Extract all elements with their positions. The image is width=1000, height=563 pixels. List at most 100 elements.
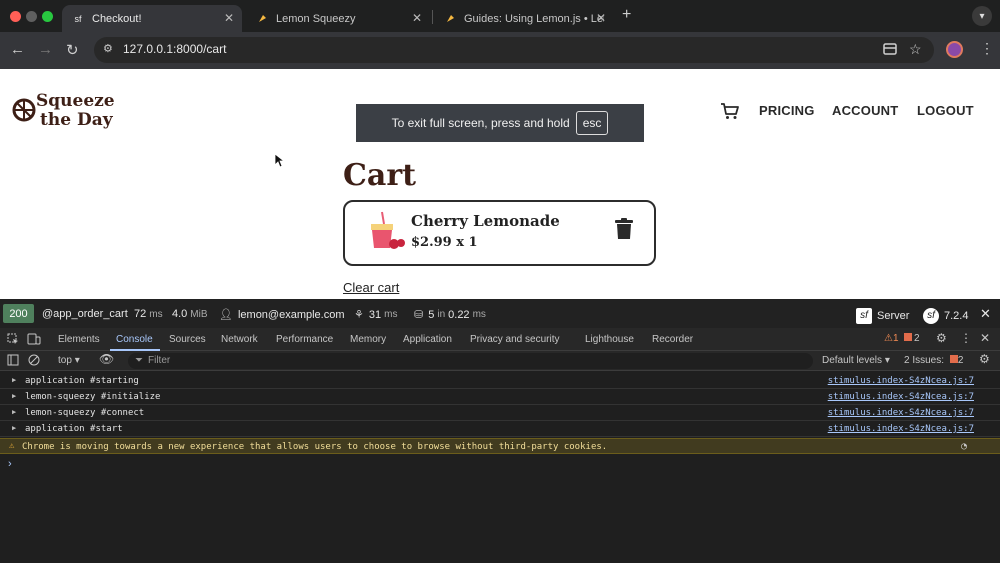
close-toolbar-icon[interactable]: ✕	[980, 306, 991, 322]
tab-title: Guides: Using Lemon.js • Lem	[464, 12, 604, 25]
context-value: top	[58, 355, 72, 366]
server-info[interactable]: sf Server	[856, 308, 909, 324]
url-text[interactable]: 127.0.0.1:8000/cart	[123, 42, 226, 56]
shopping-cart-icon[interactable]	[720, 102, 740, 120]
cookie-icon[interactable]: ◔	[961, 441, 967, 452]
expand-triangle-icon[interactable]: ▶	[12, 376, 16, 384]
memory-value: 4.0	[172, 308, 188, 320]
tab-console[interactable]: Console	[116, 334, 153, 345]
request-time[interactable]: 72 ms	[134, 308, 163, 320]
warnings-counter[interactable]: ⚠1	[884, 333, 899, 344]
issues-counter[interactable]: 2 Issues: 2	[904, 355, 963, 366]
log-source-link[interactable]: stimulus.index-S4zNcea.js:7	[828, 408, 974, 418]
symfony-logo-icon: sf	[923, 308, 939, 324]
dropdown-arrow-icon: ▾	[74, 355, 80, 366]
browser-menu-icon[interactable]: ⋮	[980, 40, 994, 57]
issue-flag-icon	[949, 355, 958, 363]
nav-account-link[interactable]: ACCOUNT	[832, 103, 898, 118]
devtools-settings-gear-icon[interactable]: ⚙	[936, 331, 947, 345]
tab-title: Checkout!	[92, 12, 142, 25]
window-minimize-button[interactable]	[26, 11, 37, 22]
context-selector[interactable]: top ▾	[58, 355, 80, 366]
log-message: application #start	[25, 424, 123, 434]
twig-render-time[interactable]: ⚘ 31 ms	[354, 308, 397, 322]
memory-usage[interactable]: 4.0 MiB	[172, 308, 208, 320]
browser-tab-guides[interactable]: Guides: Using Lemon.js • Lem ✕	[434, 5, 614, 32]
console-filter-input[interactable]	[128, 353, 813, 369]
issues-count: 2	[957, 355, 964, 366]
site-logo-text[interactable]: Squeeze the Day	[36, 92, 115, 130]
tab-network[interactable]: Network	[221, 334, 258, 345]
console-log-row[interactable]: ▶ application #start stimulus.index-S4zN…	[0, 421, 1000, 437]
cart-item-price: $2.99 x 1	[411, 235, 478, 250]
server-label: Server	[877, 310, 910, 322]
route-name[interactable]: @app_order_cart	[42, 308, 128, 320]
sidebar-toggle-icon[interactable]	[7, 354, 19, 366]
tab-close-icon[interactable]: ✕	[596, 11, 606, 25]
devtools-more-menu-icon[interactable]: ⋮	[960, 331, 972, 345]
db-query-count: 5	[428, 308, 435, 321]
forward-arrow-icon[interactable]: →	[38, 41, 53, 58]
reload-icon[interactable]: ↻	[66, 41, 79, 59]
nav-pricing-link[interactable]: PRICING	[759, 103, 815, 118]
symfony-version[interactable]: sf 7.2.4	[923, 308, 968, 324]
console-prompt[interactable]: ›	[8, 458, 12, 470]
new-tab-button[interactable]: +	[622, 6, 631, 24]
trash-icon[interactable]	[614, 218, 634, 240]
window-zoom-button[interactable]	[42, 11, 53, 22]
log-levels-dropdown[interactable]: Default levels ▾	[822, 355, 890, 366]
tab-lighthouse[interactable]: Lighthouse	[585, 334, 634, 345]
profile-avatar[interactable]	[946, 41, 963, 58]
tab-memory[interactable]: Memory	[350, 334, 386, 345]
log-source-link[interactable]: stimulus.index-S4zNcea.js:7	[828, 376, 974, 386]
log-source-link[interactable]: stimulus.index-S4zNcea.js:7	[828, 424, 974, 434]
device-toolbar-icon[interactable]	[27, 333, 41, 345]
lemon-icon	[444, 13, 456, 25]
tab-performance[interactable]: Performance	[276, 334, 333, 345]
tab-sources[interactable]: Sources	[169, 334, 206, 345]
database-icon: ⛁	[414, 309, 424, 321]
tab-close-icon[interactable]: ✕	[224, 11, 234, 25]
live-expression-eye-icon[interactable]: 👁︎	[99, 352, 114, 366]
console-settings-gear-icon[interactable]: ⚙	[979, 352, 990, 366]
cast-icon[interactable]	[883, 43, 897, 55]
request-time-value: 72	[134, 308, 147, 320]
symfony-favicon-icon: sf	[74, 13, 82, 24]
expand-triangle-icon[interactable]: ▶	[12, 424, 16, 432]
browser-tab-lemon-squeezy[interactable]: Lemon Squeezy ✕	[246, 5, 430, 32]
database-queries[interactable]: ⛁ 5 in 0.22 ms	[414, 308, 486, 322]
status-code-badge[interactable]: 200	[3, 304, 34, 323]
tab-close-icon[interactable]: ✕	[412, 11, 422, 25]
console-log-row[interactable]: ▶ lemon-squeezy #initialize stimulus.ind…	[0, 389, 1000, 405]
tab-search-chevron-icon[interactable]: ▾	[972, 6, 992, 26]
errors-counter[interactable]: 2	[904, 333, 920, 344]
log-levels-value: Default levels	[822, 355, 883, 366]
log-source-link[interactable]: stimulus.index-S4zNcea.js:7	[828, 392, 974, 402]
lemon-icon	[256, 13, 268, 25]
tab-recorder[interactable]: Recorder	[652, 334, 693, 345]
security-user[interactable]: 👤︎ lemon@example.com	[219, 308, 345, 322]
devtools-close-icon[interactable]: ✕	[980, 331, 990, 345]
back-arrow-icon[interactable]: ←	[10, 41, 25, 58]
window-close-button[interactable]	[10, 11, 21, 22]
tab-elements[interactable]: Elements	[58, 334, 100, 345]
cart-heading: Cart	[343, 158, 416, 193]
site-settings-icon[interactable]: ⚙	[103, 42, 113, 55]
clear-console-icon[interactable]	[28, 354, 40, 366]
clear-cart-link[interactable]: Clear cart	[343, 280, 399, 295]
console-log-row[interactable]: ▶ application #starting stimulus.index-S…	[0, 373, 1000, 389]
error-flag-icon	[904, 333, 912, 341]
browser-tab-checkout[interactable]: sf Checkout! ✕	[62, 5, 242, 32]
nav-logout-link[interactable]: LOGOUT	[917, 103, 974, 118]
console-log-row[interactable]: ▶ lemon-squeezy #connect stimulus.index-…	[0, 405, 1000, 421]
console-warning-row[interactable]: ⚠ Chrome is moving towards a new experie…	[0, 438, 1000, 454]
dropdown-arrow-icon: ▾	[884, 355, 890, 366]
expand-triangle-icon[interactable]: ▶	[12, 408, 16, 416]
tab-privacy-security[interactable]: Privacy and security	[470, 334, 559, 345]
db-time-unit: ms	[472, 309, 486, 320]
inspect-element-icon[interactable]	[7, 333, 19, 345]
bookmark-star-icon[interactable]: ☆	[909, 41, 922, 58]
symfony-logo-icon: sf	[856, 308, 872, 324]
expand-triangle-icon[interactable]: ▶	[12, 392, 16, 400]
tab-application[interactable]: Application	[403, 334, 452, 345]
